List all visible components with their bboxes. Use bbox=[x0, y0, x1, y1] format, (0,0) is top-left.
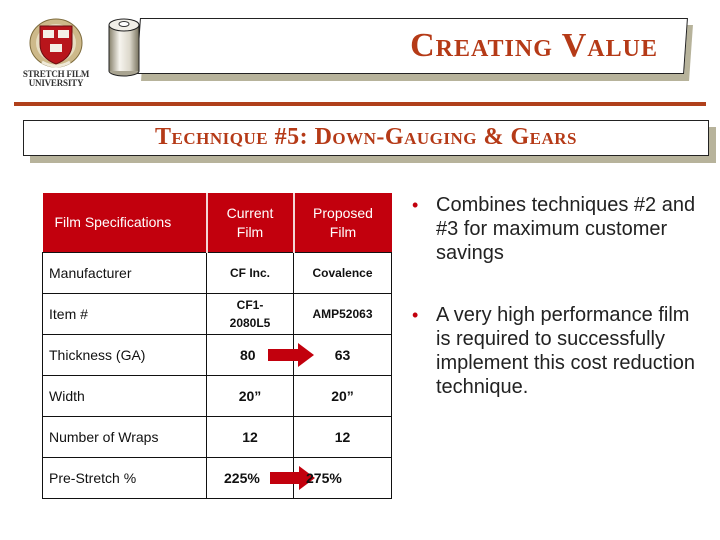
subtitle-box: Technique #5: Down-Gauging & Gears bbox=[23, 120, 709, 156]
page-title: Creating Value bbox=[410, 27, 658, 64]
row-label: Number of Wraps bbox=[42, 416, 207, 458]
bullet-text: A very high performance film is required… bbox=[436, 304, 696, 398]
proposed-value: AMP52063 bbox=[293, 293, 392, 335]
bullet-text: Combines techniques #2 and #3 for maximu… bbox=[436, 194, 696, 264]
bullet-item: • A very high performance film is requir… bbox=[408, 303, 708, 399]
row-label: Thickness (GA) bbox=[42, 334, 207, 376]
bullet-dot-icon: • bbox=[412, 195, 419, 215]
header-proposed-film: Proposed Film bbox=[292, 193, 392, 253]
row-label: Manufacturer bbox=[42, 252, 207, 294]
proposed-value-text: 275% bbox=[306, 470, 342, 486]
table-header-row: Film Specifications Current Film Propose… bbox=[42, 193, 392, 253]
film-specs-table: Film Specifications Current Film Propose… bbox=[42, 193, 392, 499]
table-row: Width 20” 20” bbox=[42, 375, 392, 417]
current-value: CF1- 2080L5 bbox=[206, 293, 294, 335]
university-logo: Stretch Film University bbox=[18, 18, 94, 92]
university-crest-icon bbox=[29, 18, 83, 68]
bullet-item: • Combines techniques #2 and #3 for maxi… bbox=[408, 193, 708, 265]
header-current-film-label: Current Film bbox=[226, 204, 274, 240]
right-arrow-icon bbox=[268, 343, 314, 367]
current-value: 80 bbox=[206, 334, 314, 376]
header-proposed-film-label: Proposed Film bbox=[313, 204, 373, 240]
proposed-value: 275% bbox=[293, 457, 392, 499]
row-label: Pre-Stretch % bbox=[42, 457, 207, 499]
header-film-specifications: Film Specifications bbox=[42, 193, 207, 253]
table-row: Manufacturer CF Inc. Covalence bbox=[42, 252, 392, 294]
current-value-text: 80 bbox=[240, 347, 256, 363]
film-roll-icon bbox=[108, 18, 140, 77]
table-row: Number of Wraps 12 12 bbox=[42, 416, 392, 458]
current-value: 225% bbox=[206, 457, 315, 499]
table-row: Thickness (GA) 80 63 bbox=[42, 334, 392, 376]
current-value: 20” bbox=[206, 375, 294, 417]
proposed-value: Covalence bbox=[293, 252, 392, 294]
header-current-film: Current Film bbox=[205, 193, 294, 253]
current-value: CF Inc. bbox=[206, 252, 294, 294]
bullet-list: • Combines techniques #2 and #3 for maxi… bbox=[408, 193, 708, 399]
bullet-dot-icon: • bbox=[412, 305, 419, 325]
logo-line-2: University bbox=[28, 78, 84, 88]
proposed-value-text: 63 bbox=[334, 347, 351, 363]
proposed-value: 20” bbox=[293, 375, 392, 417]
current-value: 12 bbox=[206, 416, 294, 458]
logo-text: Stretch Film University bbox=[18, 70, 94, 88]
table-row: Pre-Stretch % 225% 275% bbox=[42, 457, 392, 499]
row-label: Width bbox=[42, 375, 207, 417]
current-value-text: 225% bbox=[224, 470, 260, 486]
proposed-value: 12 bbox=[293, 416, 392, 458]
table-row: Item # CF1- 2080L5 AMP52063 bbox=[42, 293, 392, 335]
subtitle: Technique #5: Down-Gauging & Gears bbox=[155, 124, 577, 150]
row-label: Item # bbox=[42, 293, 207, 335]
divider-rule bbox=[14, 102, 706, 106]
